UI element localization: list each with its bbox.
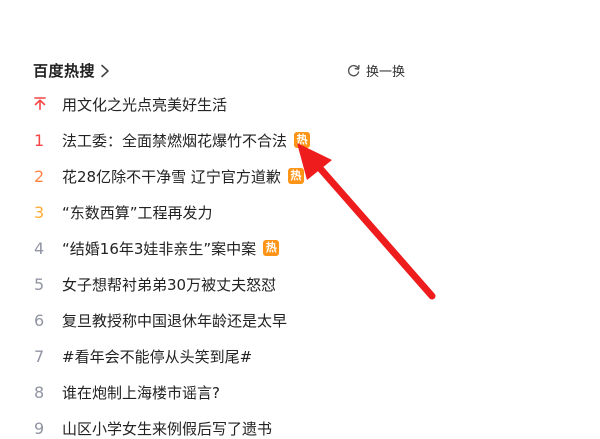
hot-search-item-text: 女子想帮衬弟弟30万被丈夫怒怼: [62, 275, 277, 294]
hot-search-list: 用文化之光点亮美好生活 1 法工委：全面禁燃烟花爆竹不合法 热 2 花28亿除不…: [33, 86, 453, 439]
refresh-icon: [347, 64, 360, 77]
hot-search-header: 百度热搜 换一换: [33, 60, 405, 82]
hot-search-item-1[interactable]: 1 法工委：全面禁燃烟花爆竹不合法 热: [33, 122, 453, 158]
rank-number: 4: [34, 238, 45, 258]
hot-search-title-link[interactable]: 百度热搜: [33, 60, 111, 81]
hot-search-item-text: 法工委：全面禁燃烟花爆竹不合法: [62, 131, 288, 150]
pin-rank: [33, 95, 62, 114]
hot-search-item-text: “结婚16年3娃非亲生”案中案: [62, 239, 257, 258]
rank-number: 9: [34, 418, 45, 438]
hot-search-item-text: 复旦教授称中国退休年龄还是太早: [62, 311, 288, 330]
hot-search-item-9[interactable]: 9 山区小学女生来例假后写了遗书: [33, 410, 453, 439]
rank-number: 6: [34, 310, 45, 330]
hot-badge: 热: [287, 168, 304, 184]
hot-search-item-4[interactable]: 4 “结婚16年3娃非亲生”案中案 热: [33, 230, 453, 266]
hot-badge: 热: [263, 240, 280, 256]
hot-search-item-text: “东数西算”工程再发力: [62, 203, 213, 222]
hot-badge: 热: [294, 132, 311, 148]
hot-search-item-7[interactable]: 7 #看年会不能停从头笑到尾#: [33, 338, 453, 374]
hot-search-panel: 百度热搜 换一换 用文化之光点亮美好生活 1 法工委：全面禁燃烟花爆竹不合法 热…: [0, 0, 600, 439]
rank-number: 8: [34, 382, 45, 402]
refresh-label: 换一换: [365, 65, 405, 80]
hot-search-item-8[interactable]: 8 谁在炮制上海楼市谣言?: [33, 374, 453, 410]
hot-search-item-text: 山区小学女生来例假后写了遗书: [62, 419, 273, 438]
hot-search-item-6[interactable]: 6 复旦教授称中国退休年龄还是太早: [33, 302, 453, 338]
hot-search-item-text: 用文化之光点亮美好生活: [62, 95, 228, 114]
pin-top-icon: [34, 96, 46, 110]
refresh-button[interactable]: 换一换: [346, 61, 405, 80]
hot-search-title: 百度热搜: [33, 62, 96, 80]
hot-search-item-text: #看年会不能停从头笑到尾#: [62, 347, 253, 366]
hot-search-item-5[interactable]: 5 女子想帮衬弟弟30万被丈夫怒怼: [33, 266, 453, 302]
rank-number: 5: [34, 274, 45, 294]
rank-number: 2: [34, 166, 45, 186]
rank-number: 7: [34, 346, 45, 366]
hot-search-item-text: 谁在炮制上海楼市谣言?: [62, 383, 220, 402]
rank-number: 3: [34, 202, 45, 222]
hot-search-item-text: 花28亿除不干净雪 辽宁官方道歉: [62, 167, 281, 186]
hot-search-item-2[interactable]: 2 花28亿除不干净雪 辽宁官方道歉 热: [33, 158, 453, 194]
hot-search-item-3[interactable]: 3 “东数西算”工程再发力: [33, 194, 453, 230]
hot-search-item-pinned[interactable]: 用文化之光点亮美好生活: [33, 86, 453, 122]
rank-number: 1: [34, 130, 45, 150]
chevron-right-icon: [101, 64, 109, 77]
